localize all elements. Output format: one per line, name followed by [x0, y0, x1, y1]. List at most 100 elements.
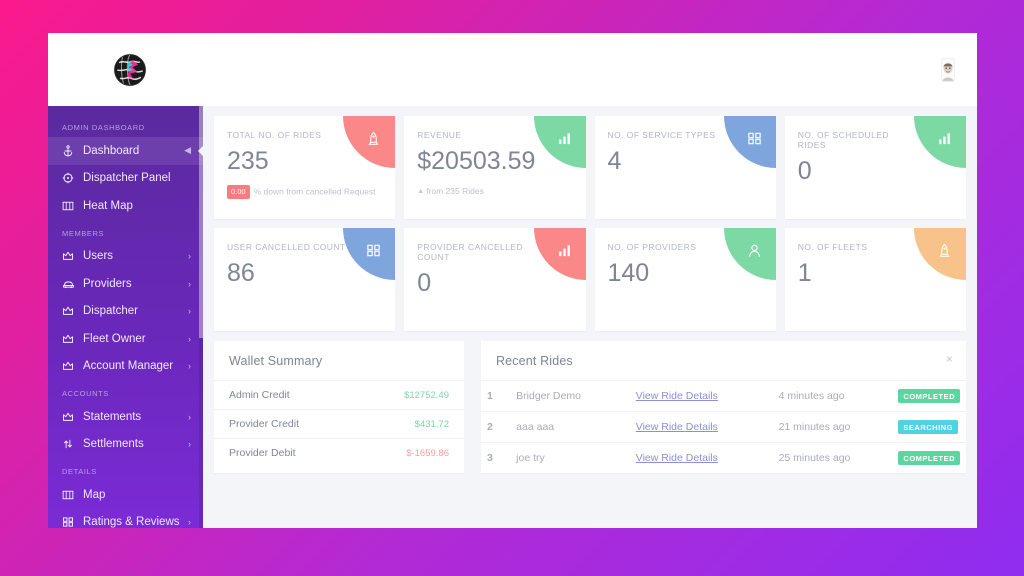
stat-card-title: NO. OF SERVICE TYPES [607, 130, 716, 140]
stat-card: NO. OF PROVIDERS 140 [594, 228, 776, 331]
sidebar-item-fleet-owner[interactable]: Fleet Owner › [48, 325, 203, 353]
sidebar-item-heat-map[interactable]: Heat Map [48, 192, 203, 220]
chevron-right-icon: › [188, 517, 191, 528]
ride-status-cell: COMPLETED [892, 442, 966, 473]
sidebar-item-ratings-reviews[interactable]: Ratings & Reviews › [48, 509, 203, 528]
view-ride-details-link[interactable]: View Ride Details [636, 421, 718, 433]
ride-user: Bridger Demo [510, 380, 630, 412]
stat-card-footnote-text: from 235 Rides [426, 186, 484, 197]
app-window: ADMIN DASHBOARD Dashboard ◀ Dispatcher Pane… [48, 33, 977, 528]
sidebar-item-map[interactable]: Map [48, 481, 203, 509]
sidebar-item-users[interactable]: Users › [48, 243, 203, 271]
view-ride-details-link[interactable]: View Ride Details [636, 452, 718, 464]
wallet-row: Provider Credit $431.72 [214, 409, 464, 438]
view-ride-details-link[interactable]: View Ride Details [636, 390, 718, 402]
stat-card-value: 0 [417, 269, 432, 298]
sidebar-item-label: Users [83, 250, 114, 263]
sidebar-section-label: ADMIN DASHBOARD [62, 123, 145, 132]
ride-index: 3 [481, 442, 511, 473]
sidebar-item-label: Fleet Owner [83, 332, 146, 345]
sidebar: ADMIN DASHBOARD Dashboard ◀ Dispatcher Pane… [48, 106, 203, 528]
wallet-row: Admin Credit $12752.49 [214, 380, 464, 409]
car-icon [62, 277, 80, 290]
stat-card: REVENUE $20503.59 ▲ from 235 Rides [404, 116, 586, 219]
stat-card-grid: TOTAL NO. OF RIDES 235 0.00% down from can… [214, 116, 966, 331]
stat-card-pill: 0.00 [227, 185, 250, 200]
ride-index: 2 [481, 411, 511, 443]
caret-up-icon: ▲ [417, 188, 425, 196]
main-content: TOTAL NO. OF RIDES 235 0.00% down from can… [203, 106, 977, 528]
sidebar-item-statements[interactable]: Statements › [48, 403, 203, 431]
avatar[interactable] [937, 57, 959, 83]
lower-panels: Wallet Summary Admin Credit $12752.49 Prov… [214, 341, 966, 473]
ride-status-cell: COMPLETED [892, 380, 966, 412]
sidebar-item-dispatcher[interactable]: Dispatcher › [48, 298, 203, 326]
stat-card: TOTAL NO. OF RIDES 235 0.00% down from can… [214, 116, 396, 219]
stat-card: NO. OF SCHEDULED RIDES 0 [784, 116, 966, 219]
stat-card-footnote: 0.00% down from cancelled Request [227, 185, 382, 200]
globe-logo[interactable] [108, 48, 152, 92]
wallet-row-label: Provider Credit [229, 418, 300, 430]
sidebar-item-label: Dispatcher Panel [83, 172, 171, 185]
sidebar-item-account-manager[interactable]: Account Manager › [48, 353, 203, 381]
stat-card-title: NO. OF SCHEDULED RIDES [797, 130, 890, 151]
sidebar-item-label: Account Manager [83, 360, 174, 373]
chevron-right-icon: › [188, 361, 191, 372]
exchange-icon [62, 438, 80, 450]
stat-card-title: NO. OF PROVIDERS [607, 242, 697, 252]
stat-card: PROVIDER CANCELLED COUNT 0 [404, 228, 586, 331]
recent-rides-panel: Recent Rides × 1 Bridger Demo View Ride De… [481, 341, 966, 473]
map-icon [62, 489, 80, 501]
table-row: 1 Bridger Demo View Ride Details 4 minutes … [481, 380, 966, 412]
stat-card-title: NO. OF FLEETS [797, 242, 868, 252]
chevron-right-icon: › [188, 278, 191, 289]
recent-rides-table: 1 Bridger Demo View Ride Details 4 minutes … [481, 380, 966, 473]
crown-icon [62, 305, 80, 317]
status-badge: COMPLETED [898, 451, 960, 465]
sidebar-item-providers[interactable]: Providers › [48, 270, 203, 298]
sidebar-section-label: ACCOUNTS [62, 389, 109, 398]
stat-card-title: REVENUE [417, 130, 462, 140]
status-badge: COMPLETED [898, 389, 960, 403]
stat-card-title: TOTAL NO. OF RIDES [227, 130, 322, 140]
chevron-right-icon: › [188, 306, 191, 317]
sidebar-item-dispatcher-panel[interactable]: Dispatcher Panel [48, 165, 203, 193]
sidebar-item-label: Dashboard [83, 144, 140, 157]
stat-card-title: PROVIDER CANCELLED COUNT [417, 242, 524, 263]
wallet-row: Provider Debit $-1659.86 [214, 438, 464, 467]
sidebar-item-label: Ratings & Reviews [83, 516, 180, 528]
table-row: 2 aaa aaa View Ride Details 21 minutes ago S… [481, 411, 966, 443]
chevron-right-icon: › [188, 439, 191, 450]
sidebar-item-label: Dispatcher [83, 305, 138, 318]
wallet-row-value: $12752.49 [404, 389, 449, 401]
wallet-row-value: $431.72 [414, 418, 449, 430]
wallet-summary-panel: Wallet Summary Admin Credit $12752.49 Prov… [214, 341, 464, 473]
top-header [48, 33, 977, 106]
ride-user: aaa aaa [510, 411, 630, 443]
stat-card-title: USER CANCELLED COUNT [227, 242, 346, 252]
grid-icon [62, 516, 80, 528]
sidebar-item-settlements[interactable]: Settlements › [48, 431, 203, 459]
ride-status-cell: SEARCHING [892, 411, 966, 443]
sidebar-section-label: DETAILS [62, 467, 97, 476]
sidebar-item-label: Settlements [83, 438, 144, 451]
compass-icon [62, 172, 80, 184]
app-body: ADMIN DASHBOARD Dashboard ◀ Dispatcher Pane… [48, 106, 977, 528]
sidebar-item-label: Heat Map [83, 199, 133, 212]
wallet-row-label: Admin Credit [229, 389, 290, 401]
wallet-row-label: Provider Debit [229, 447, 296, 459]
chevron-right-icon: › [188, 333, 191, 344]
chevron-right-icon: › [188, 411, 191, 422]
stat-card: NO. OF FLEETS 1 [784, 228, 966, 331]
sidebar-item-label: Statements [83, 410, 142, 423]
sidebar-section-label: MEMBERS [62, 228, 105, 238]
chevron-right-icon: ◀ [184, 145, 191, 156]
crown-icon [62, 411, 80, 423]
table-row: 3 joe try View Ride Details 25 minutes ago C… [481, 442, 966, 473]
stat-card-footnote-text: % down from cancelled Request [253, 186, 376, 197]
close-icon[interactable]: × [946, 353, 953, 365]
stat-card-value: 0 [797, 157, 812, 186]
sidebar-item-dashboard[interactable]: Dashboard ◀ [48, 137, 203, 165]
ride-link-cell: View Ride Details [629, 380, 773, 412]
wallet-rows: Admin Credit $12752.49 Provider Credit $431… [214, 380, 464, 467]
